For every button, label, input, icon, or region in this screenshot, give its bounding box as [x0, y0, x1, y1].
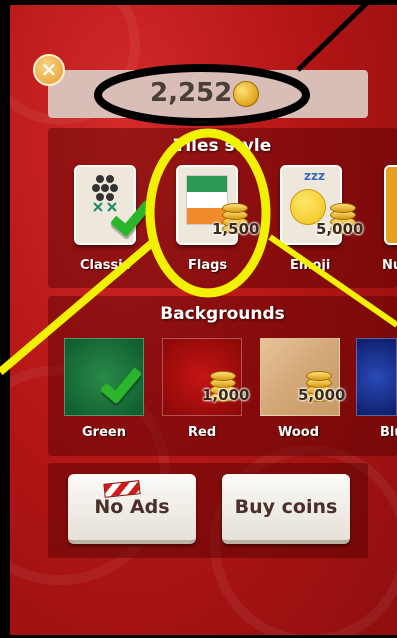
background-label-red: Red	[188, 425, 217, 440]
close-button[interactable]: ✕	[33, 54, 65, 86]
tiles-style-title: Tiles style	[173, 136, 272, 156]
background-price-red: 1,000	[202, 386, 250, 404]
backgrounds-title: Backgrounds	[160, 304, 285, 324]
buy-coins-button[interactable]: Buy coins	[222, 474, 350, 544]
tile-price-flags: 1,500	[212, 220, 260, 238]
background-label-green: Green	[82, 425, 126, 440]
tile-label-classic: Classic	[80, 258, 131, 273]
background-label-wood: Wood	[278, 425, 320, 440]
buy-coins-label: Buy coins	[234, 496, 338, 518]
tile-label-partial: Nu	[382, 258, 397, 273]
background-blue[interactable]	[356, 338, 397, 416]
coin-icon	[233, 81, 259, 107]
background-price-wood: 5,000	[298, 386, 346, 404]
sleep-zzz-text: zzz	[304, 169, 325, 183]
tile-partial[interactable]	[384, 165, 397, 245]
tile-label-flags: Flags	[188, 258, 228, 273]
close-icon: ✕	[40, 58, 58, 82]
screen-frame: 2,252 ✕ Tiles style Classic 1,500 Flags …	[0, 0, 397, 638]
tile-label-emoji: Emoji	[290, 258, 331, 273]
mahjong-tile-icon	[90, 173, 120, 213]
coin-balance: 2,252	[150, 78, 233, 108]
no-ads-label: No Ads	[94, 496, 170, 518]
background-label-blue: Blu	[380, 425, 397, 440]
tile-price-emoji: 5,000	[316, 220, 364, 238]
